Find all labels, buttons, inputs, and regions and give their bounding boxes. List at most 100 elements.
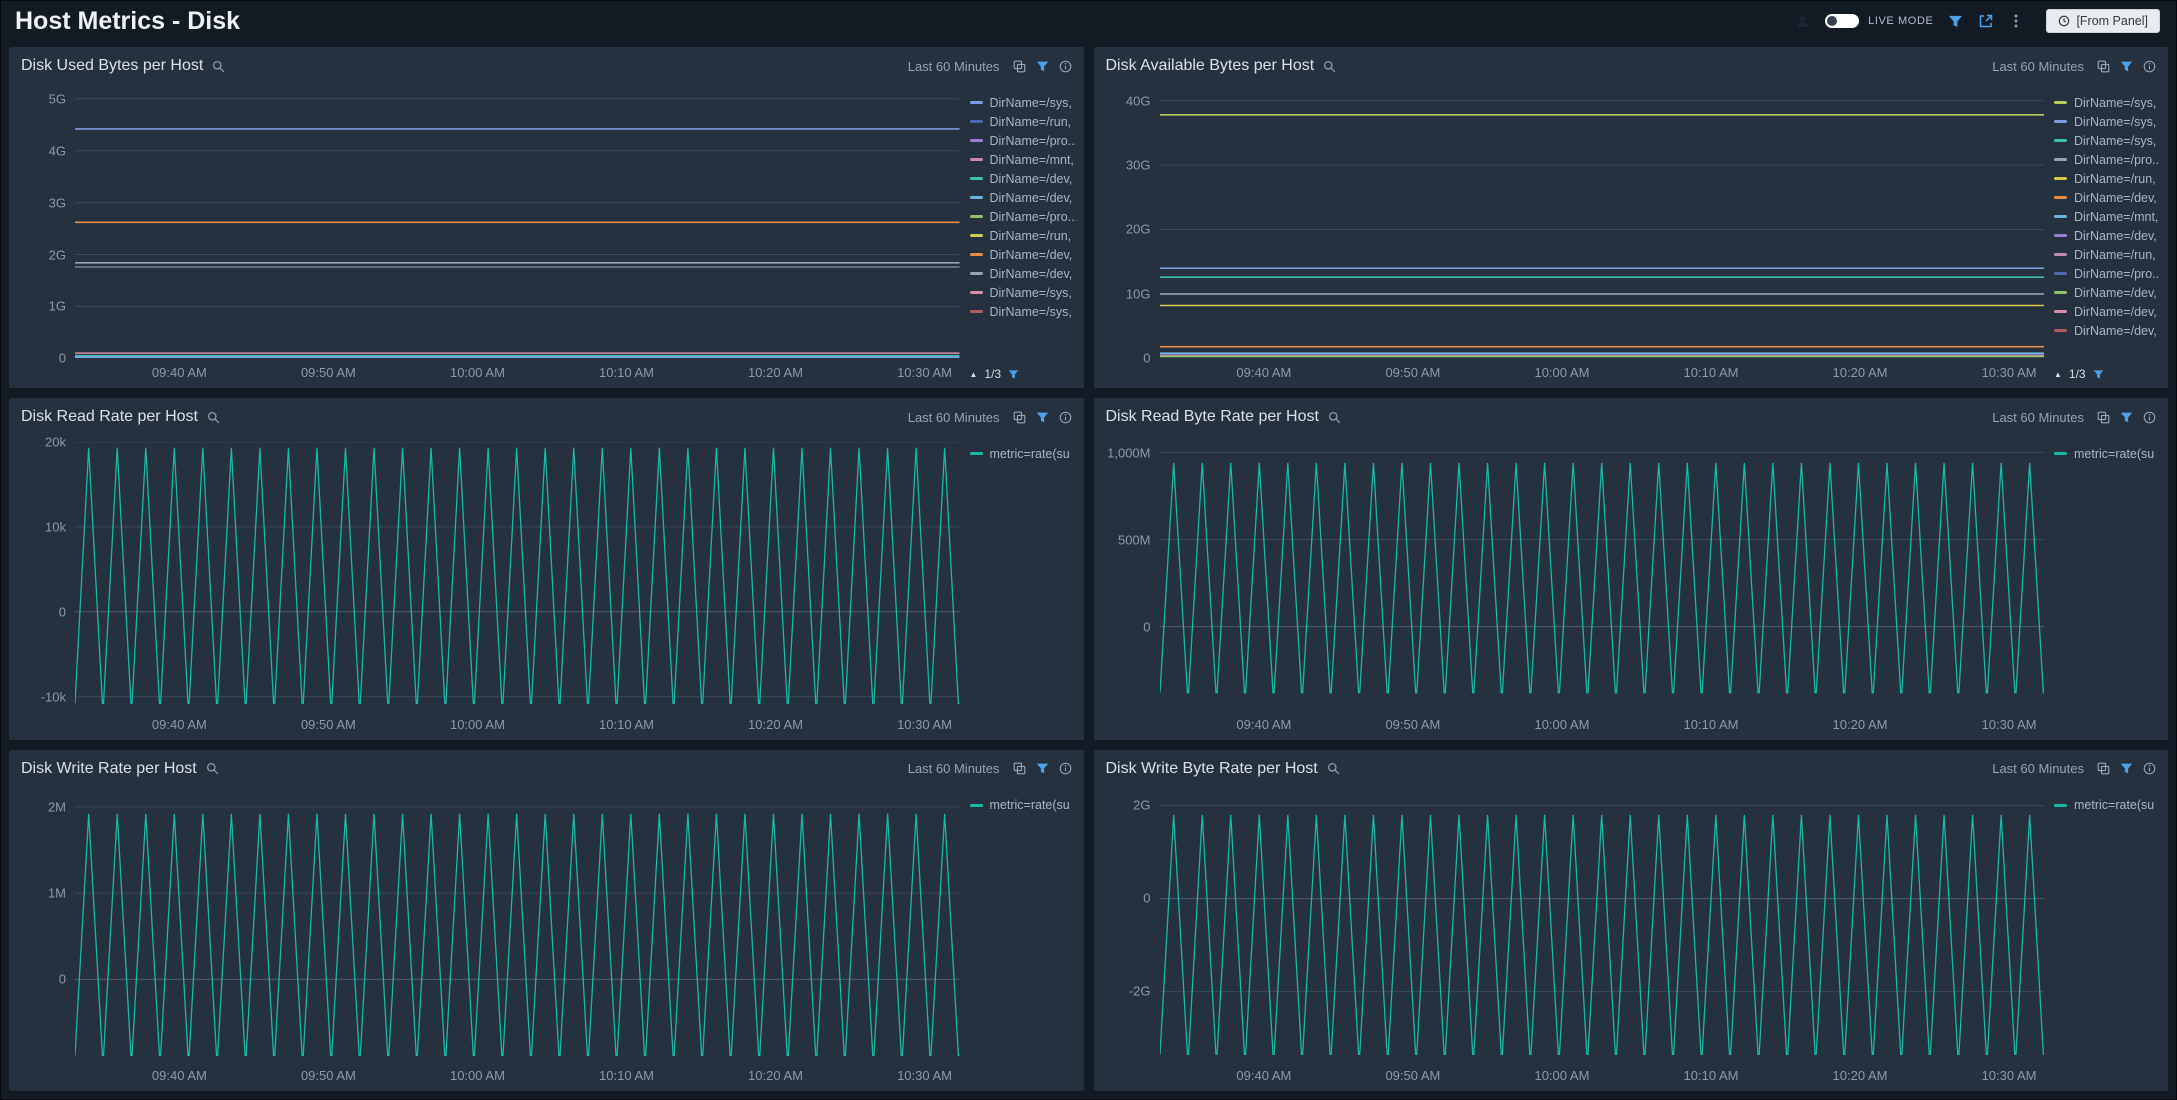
legend-item[interactable]: DirName=/dev, xyxy=(970,264,1076,283)
info-icon[interactable] xyxy=(1059,411,1072,424)
legend-item[interactable]: DirName=/pro... xyxy=(970,131,1076,150)
info-icon[interactable] xyxy=(1059,60,1072,73)
magnifier-icon[interactable] xyxy=(207,411,220,424)
x-axis-tick: 09:50 AM xyxy=(301,1068,356,1083)
user-icon[interactable] xyxy=(1795,14,1810,29)
panel-filter-icon[interactable] xyxy=(1036,60,1049,73)
magnifier-icon[interactable] xyxy=(212,60,225,73)
legend-item[interactable]: DirName=/sys, xyxy=(970,283,1076,302)
legend-item[interactable]: DirName=/sys, xyxy=(2054,131,2160,150)
x-axis: 09:40 AM09:50 AM10:00 AM10:10 AM10:20 AM… xyxy=(75,710,960,736)
legend-filter-icon[interactable] xyxy=(1008,369,1019,380)
panel-filter-icon[interactable] xyxy=(2120,60,2133,73)
legend-item[interactable]: DirName=/pro... xyxy=(2054,150,2160,169)
panel-disk-read-byte-rate: Disk Read Byte Rate per Host Last 60 Min… xyxy=(1094,398,2169,739)
copy-panel-icon[interactable] xyxy=(2097,60,2110,73)
chart-plot[interactable] xyxy=(75,442,960,709)
chart-plot[interactable] xyxy=(75,91,960,358)
legend-item[interactable]: DirName=/run, xyxy=(2054,169,2160,188)
legend-page-up-icon[interactable]: ▲ xyxy=(2054,370,2062,379)
legend-item[interactable]: DirName=/run, xyxy=(970,226,1076,245)
info-icon[interactable] xyxy=(2143,762,2156,775)
share-icon[interactable] xyxy=(1978,13,1994,29)
legend-item[interactable]: DirName=/dev, xyxy=(2054,302,2160,321)
copy-panel-icon[interactable] xyxy=(2097,762,2110,775)
copy-panel-icon[interactable] xyxy=(1013,762,1026,775)
panel-body: 1,000M500M0 09:40 AM09:50 AM10:00 AM10:1… xyxy=(1094,436,2169,739)
panel-filter-icon[interactable] xyxy=(2120,411,2133,424)
legend-item[interactable]: DirName=/run, xyxy=(970,112,1076,131)
y-axis-tick: -10k xyxy=(41,689,66,704)
y-axis-tick: 20k xyxy=(45,435,66,450)
chart-plot[interactable] xyxy=(1160,442,2045,709)
kebab-menu-icon[interactable] xyxy=(2009,13,2023,29)
legend-label: DirName=/pro... xyxy=(990,134,1076,148)
legend-item[interactable]: DirName=/run, xyxy=(2054,245,2160,264)
magnifier-icon[interactable] xyxy=(1323,60,1336,73)
legend-filter-icon[interactable] xyxy=(2093,369,2104,380)
panel-disk-write-byte-rate: Disk Write Byte Rate per Host Last 60 Mi… xyxy=(1094,750,2169,1091)
legend-items: metric=rate(su xyxy=(970,444,1076,463)
legend-label: DirName=/dev, xyxy=(2074,324,2157,338)
chart-legend: DirName=/sys,DirName=/sys,DirName=/sys,D… xyxy=(2044,91,2162,384)
legend-item[interactable]: DirName=/sys, xyxy=(970,302,1076,321)
legend-item[interactable]: DirName=/mnt, xyxy=(970,150,1076,169)
panel-filter-icon[interactable] xyxy=(1036,762,1049,775)
chart-plot[interactable] xyxy=(75,794,960,1061)
magnifier-icon[interactable] xyxy=(206,762,219,775)
legend-label: DirName=/dev, xyxy=(990,172,1073,186)
legend-item[interactable]: DirName=/dev, xyxy=(2054,283,2160,302)
chart-plot[interactable] xyxy=(1160,91,2045,358)
legend-item[interactable]: DirName=/pro... xyxy=(970,207,1076,226)
legend-item[interactable]: DirName=/dev, xyxy=(2054,321,2160,340)
x-axis-tick: 09:40 AM xyxy=(1236,717,1291,732)
legend-item[interactable]: DirName=/pro... xyxy=(2054,264,2160,283)
info-icon[interactable] xyxy=(1059,762,1072,775)
legend-item[interactable]: DirName=/dev, xyxy=(970,169,1076,188)
legend-item[interactable]: DirName=/mnt, xyxy=(2054,207,2160,226)
legend-swatch xyxy=(970,196,983,199)
x-axis-tick: 10:00 AM xyxy=(1534,1068,1589,1083)
chart-legend: metric=rate(su xyxy=(2044,442,2162,735)
panel-filter-icon[interactable] xyxy=(1036,411,1049,424)
panel-body: 20k10k0-10k 09:40 AM09:50 AM10:00 AM10:1… xyxy=(9,436,1084,739)
filter-icon[interactable] xyxy=(1948,14,1963,29)
legend-item[interactable]: DirName=/sys, xyxy=(970,93,1076,112)
legend-item[interactable]: DirName=/dev, xyxy=(2054,226,2160,245)
live-mode-toggle[interactable] xyxy=(1825,14,1859,28)
legend-swatch xyxy=(2054,234,2067,237)
x-axis-tick: 09:50 AM xyxy=(301,365,356,380)
legend-swatch xyxy=(970,804,983,807)
legend-swatch xyxy=(2054,101,2067,104)
copy-panel-icon[interactable] xyxy=(1013,411,1026,424)
legend-item[interactable]: metric=rate(su xyxy=(970,796,1076,815)
y-axis-tick: 10G xyxy=(1126,286,1151,301)
legend-swatch xyxy=(970,158,983,161)
legend-swatch xyxy=(970,177,983,180)
info-icon[interactable] xyxy=(2143,411,2156,424)
x-axis-tick: 09:40 AM xyxy=(1236,1068,1291,1083)
x-axis-tick: 10:30 AM xyxy=(897,365,952,380)
x-axis-tick: 10:10 AM xyxy=(1684,365,1739,380)
legend-item[interactable]: metric=rate(su xyxy=(970,444,1076,463)
y-axis-tick: -2G xyxy=(1129,984,1151,999)
time-range-label: Last 60 Minutes xyxy=(1992,761,2084,776)
legend-item[interactable]: DirName=/sys, xyxy=(2054,93,2160,112)
info-icon[interactable] xyxy=(2143,60,2156,73)
from-panel-button[interactable]: [From Panel] xyxy=(2046,9,2160,33)
copy-panel-icon[interactable] xyxy=(1013,60,1026,73)
legend-item[interactable]: DirName=/dev, xyxy=(970,188,1076,207)
magnifier-icon[interactable] xyxy=(1328,411,1341,424)
panel-filter-icon[interactable] xyxy=(2120,762,2133,775)
copy-panel-icon[interactable] xyxy=(2097,411,2110,424)
legend-item[interactable]: DirName=/sys, xyxy=(2054,112,2160,131)
legend-swatch xyxy=(2054,177,2067,180)
legend-item[interactable]: metric=rate(su xyxy=(2054,444,2160,463)
legend-page-up-icon[interactable]: ▲ xyxy=(970,370,978,379)
legend-item[interactable]: metric=rate(su xyxy=(2054,796,2160,815)
legend-item[interactable]: DirName=/dev, xyxy=(970,245,1076,264)
chart-plot[interactable] xyxy=(1160,794,2045,1061)
x-axis-tick: 10:00 AM xyxy=(450,717,505,732)
magnifier-icon[interactable] xyxy=(1327,762,1340,775)
legend-item[interactable]: DirName=/dev, xyxy=(2054,188,2160,207)
